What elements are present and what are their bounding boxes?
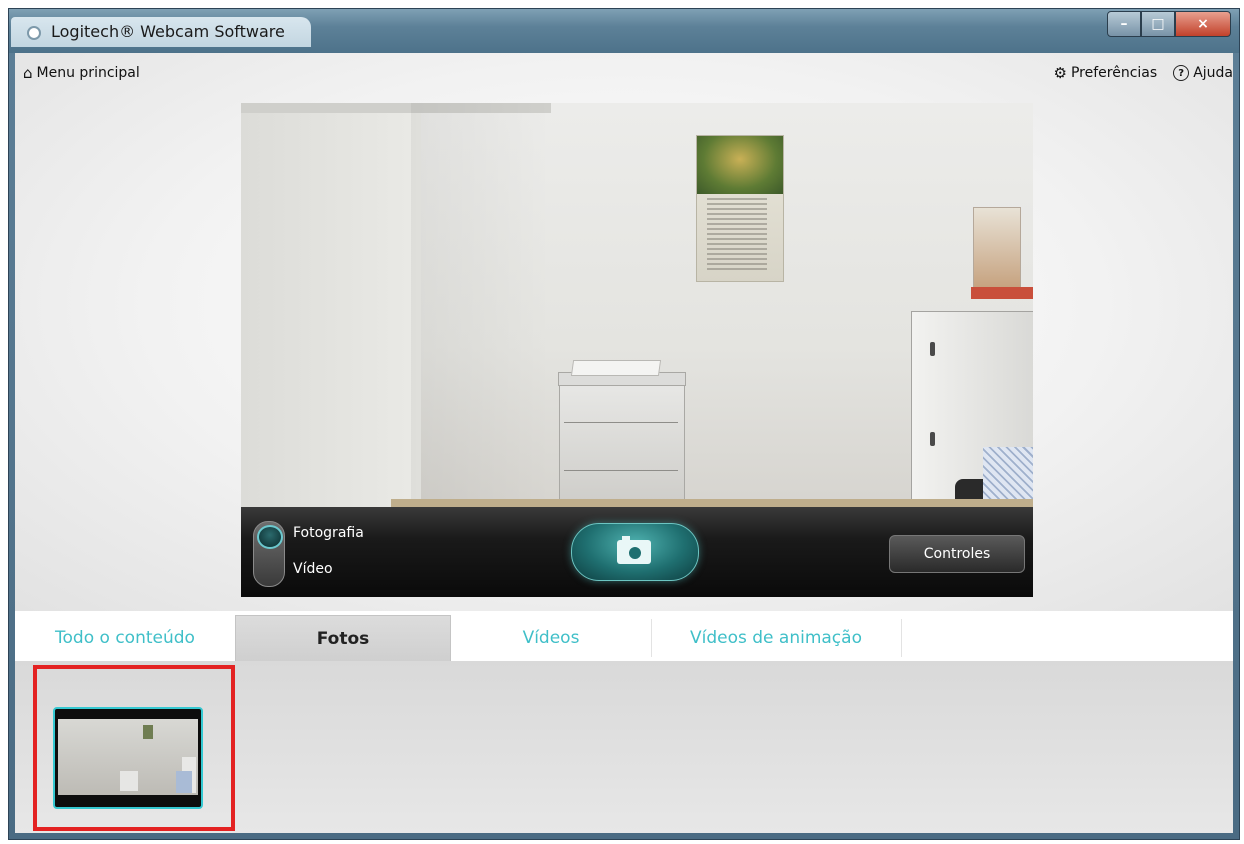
top-nav-right: ⚙ Preferências ? Ajuda — [1054, 65, 1233, 81]
gallery-area — [15, 661, 1233, 833]
preview-shelf-item — [973, 207, 1021, 289]
capture-control-bar: Fotografia Vídeo Controles — [241, 507, 1033, 597]
gear-icon: ⚙ — [1053, 63, 1067, 82]
main-menu-label: Menu principal — [36, 65, 140, 81]
client-area: ⌂ Menu principal ⚙ Preferências ? Ajuda — [15, 53, 1233, 833]
preferences-link[interactable]: ⚙ Preferências — [1054, 65, 1158, 81]
tab-photos[interactable]: Fotos — [235, 615, 451, 661]
app-window: Logitech® Webcam Software – □ × ⌂ Menu p… — [8, 8, 1240, 840]
preview-wall — [241, 103, 421, 507]
maximize-button[interactable]: □ — [1141, 11, 1175, 37]
webcam-preview — [241, 103, 1033, 507]
thumb-poster — [143, 725, 153, 739]
mode-photo-label[interactable]: Fotografia — [293, 525, 364, 541]
minimize-button[interactable]: – — [1107, 11, 1141, 37]
poster-art — [697, 136, 783, 194]
help-link[interactable]: ? Ajuda — [1173, 65, 1233, 81]
thumbnail-image — [58, 719, 198, 795]
camera-icon — [617, 536, 651, 564]
cabinet-drawer-line — [564, 422, 678, 423]
fridge-handle — [930, 432, 935, 446]
photo-video-toggle[interactable] — [253, 521, 285, 587]
preview-person — [983, 447, 1033, 507]
photo-thumbnail[interactable] — [53, 707, 203, 809]
preview-shadow — [411, 103, 551, 507]
take-photo-button[interactable] — [571, 523, 699, 581]
camera-icon-lens — [627, 545, 643, 561]
cabinet-drawer-line — [564, 470, 678, 471]
content-tabs: Todo o conteúdo Fotos Vídeos Vídeos de a… — [15, 611, 1233, 662]
tab-videos[interactable]: Vídeos — [451, 615, 651, 661]
mode-video-label[interactable]: Vídeo — [293, 561, 333, 577]
window-controls: – □ × — [1107, 11, 1231, 37]
controls-button[interactable]: Controles — [889, 535, 1025, 573]
cabinet-paper — [570, 360, 662, 376]
app-icon — [27, 26, 41, 40]
main-menu-link[interactable]: ⌂ Menu principal — [23, 65, 140, 81]
thumb-cabinet — [120, 771, 138, 791]
poster-text — [707, 198, 767, 272]
tab-separator — [901, 619, 902, 657]
help-label: Ajuda — [1193, 65, 1233, 81]
home-icon: ⌂ — [23, 63, 33, 82]
thumb-person — [176, 771, 192, 793]
close-button[interactable]: × — [1175, 11, 1231, 37]
preview-cabinet — [558, 360, 686, 507]
tab-animation-videos[interactable]: Vídeos de animação — [651, 615, 901, 661]
camera-icon-bump — [622, 536, 630, 541]
tab-all-content[interactable]: Todo o conteúdo — [15, 615, 235, 661]
fridge-handle — [930, 342, 935, 356]
preferences-label: Preferências — [1070, 65, 1158, 81]
toggle-knob — [257, 525, 283, 549]
capture-area: ⌂ Menu principal ⚙ Preferências ? Ajuda — [15, 53, 1233, 611]
title-bar[interactable]: Logitech® Webcam Software – □ × — [9, 9, 1239, 53]
preview-floor — [391, 499, 1033, 507]
help-circle-icon: ? — [1173, 65, 1190, 81]
window-title: Logitech® Webcam Software — [51, 22, 285, 41]
preview-shelf-red — [971, 287, 1033, 299]
preview-poster — [696, 135, 784, 282]
